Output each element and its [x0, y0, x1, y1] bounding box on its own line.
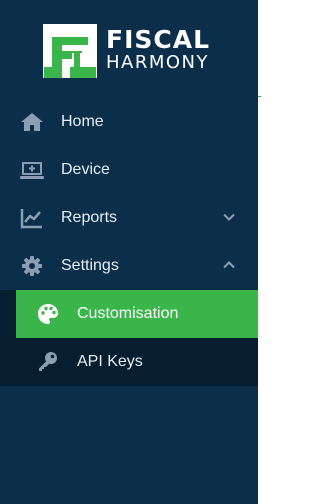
nav-label-settings: Settings [61, 257, 119, 274]
gear-icon [22, 256, 42, 276]
nav-item-device[interactable]: Device [0, 146, 258, 194]
line-chart-icon [20, 209, 42, 229]
sidebar-item-api-keys-label: API Keys [77, 353, 143, 370]
brand-name-bottom: HARMONY [106, 52, 210, 73]
nav-item-home[interactable]: Home [0, 98, 258, 146]
chevron-down-icon[interactable] [222, 210, 236, 224]
key-icon [39, 352, 57, 371]
edge-accent [258, 96, 261, 97]
nav-item-reports[interactable]: Reports [0, 194, 258, 242]
sidebar: FISCAL HARMONY Home Device Reports Setti… [0, 0, 258, 504]
brand-logo[interactable]: FISCAL HARMONY [42, 23, 222, 79]
brand-name-top: FISCAL [106, 25, 211, 54]
settings-submenu: Customisation API Keys [0, 290, 258, 386]
nav-label-reports: Reports [61, 209, 118, 226]
home-icon [21, 113, 43, 131]
palette-icon [38, 304, 58, 324]
sidebar-item-customisation[interactable]: Customisation [16, 290, 258, 338]
monitor-plus-icon [20, 162, 44, 179]
chevron-up-icon[interactable] [222, 258, 236, 272]
fiscal-harmony-logo-icon [43, 24, 97, 78]
nav-label-home: Home [61, 113, 104, 130]
sidebar-item-customisation-label: Customisation [77, 305, 179, 322]
nav-label-device: Device [61, 161, 110, 178]
nav-item-settings[interactable]: Settings [0, 242, 258, 290]
sidebar-item-api-keys[interactable]: API Keys [0, 338, 258, 386]
content-edge [258, 0, 261, 504]
